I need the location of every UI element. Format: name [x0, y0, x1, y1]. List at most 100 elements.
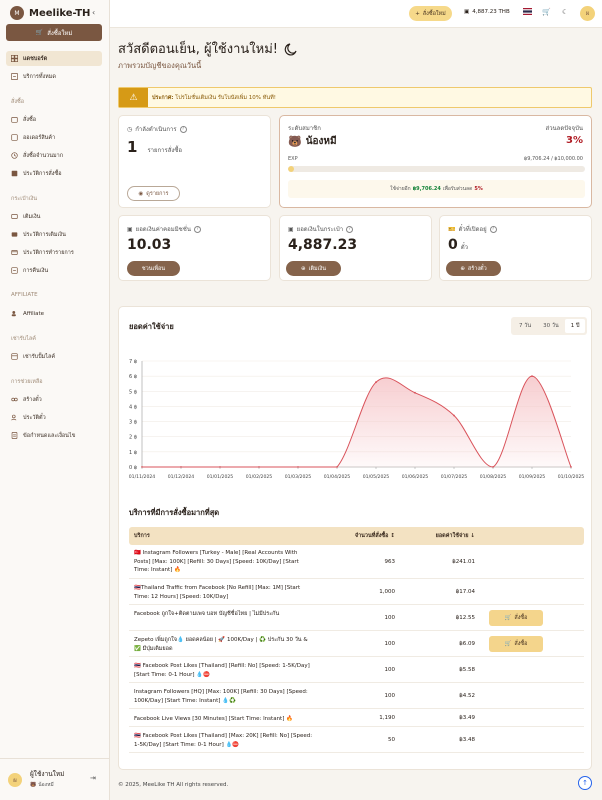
- moon-icon: [284, 42, 297, 56]
- sidebar-item-bulk-order[interactable]: สั่งซื้อจำนวนมาก: [6, 148, 102, 163]
- y-tick-label: 0 ฿: [129, 465, 137, 471]
- row-qty: 963: [384, 559, 396, 565]
- sidebar-item-dashboard[interactable]: แดชบอร์ด: [6, 51, 102, 66]
- help-icon[interactable]: ?: [179, 125, 187, 133]
- logout-icon[interactable]: ⇥: [90, 774, 96, 782]
- sidebar-item-terms[interactable]: ข้อกำหนดและเงื่อนไข: [6, 428, 102, 443]
- thai-flag-icon[interactable]: [523, 8, 532, 17]
- exp-progress-bar: [288, 166, 585, 172]
- sidebar-item-ticket-history[interactable]: ประวัติตั๋ว: [6, 410, 102, 425]
- data-point[interactable]: [453, 414, 455, 417]
- row-service: Instagram Followers [HQ] [Max: 100K] [Re…: [134, 689, 308, 704]
- range-tab-30d[interactable]: 30 วัน: [537, 319, 565, 333]
- membership-level-name: น้องหมี: [305, 136, 337, 147]
- scroll-top-icon[interactable]: ↑: [578, 776, 592, 790]
- active-orders-unit: รายการสั่งซื้อ: [147, 147, 183, 154]
- topup-button[interactable]: ⊕ เติมเงิน: [286, 261, 341, 276]
- next-middle: เพื่อรับส่วนลด: [442, 186, 473, 192]
- sidebar-item-order-history[interactable]: ประวัติการสั่งซื้อ: [6, 166, 102, 181]
- col-cost[interactable]: ยอดค่าใช้จ่าย ↓: [399, 532, 475, 540]
- buy-button[interactable]: 🛒 สั่งซื้อ: [489, 610, 543, 626]
- wallet-icon: ▣: [464, 9, 470, 15]
- section-orders: สั่งซื้อ: [11, 99, 25, 105]
- topbar-new-order-label: สั่งซื้อใหม่: [422, 10, 446, 17]
- range-tab-7d[interactable]: 7 วัน: [513, 319, 537, 333]
- range-tabs: 7 วัน 30 วัน 1 ปี: [511, 317, 588, 335]
- x-tick-label: 01/10/2025: [558, 474, 585, 480]
- help-icon[interactable]: ?: [489, 225, 497, 233]
- x-tick-label: 01/03/2025: [285, 474, 312, 480]
- sidebar-item-label: ประวัติการเติมเงิน: [23, 231, 66, 238]
- sidebar-item-product-orders[interactable]: ออเดอร์สินค้า: [6, 130, 102, 145]
- sidebar-item-label: สั่งซื้อ: [23, 116, 37, 123]
- sidebar-item-refund[interactable]: การคืนเงิน: [6, 263, 102, 278]
- box-icon: [11, 134, 18, 141]
- next-level-hint: ใช้จ่ายอีก ฿9,706.24 เพื่อรับส่วนลด 5%: [288, 180, 585, 198]
- wallet-card: ▣ ยอดเงินในกระเป๋า ? 4,887.23 ⊕ เติมเงิน: [279, 215, 432, 281]
- row-cost: ฿5.58: [459, 667, 475, 673]
- ticket-icon: [11, 397, 18, 402]
- brand[interactable]: M Meelike-TH: [10, 6, 90, 20]
- x-tick-label: 01/04/2025: [324, 474, 351, 480]
- announcement-text: ประกาศ: โปรโมชั่นเติมเงิน รับโบนัสเพิ่ม …: [152, 94, 276, 102]
- clock-icon: ◷: [127, 125, 133, 133]
- data-point[interactable]: [414, 391, 416, 394]
- topbar-avatar[interactable]: ผ: [580, 6, 595, 21]
- exp-value: ฿9,706.24 / ฿10,000.00: [524, 156, 583, 162]
- y-tick-label: 5 ฿: [129, 389, 137, 395]
- active-orders-title: กำลังดำเนินการ: [135, 126, 177, 133]
- x-tick-label: 01/11/2024: [129, 474, 156, 480]
- cart-icon[interactable]: 🛒: [542, 8, 551, 16]
- create-ticket-button[interactable]: ⊕ สร้างตั๋ว: [446, 261, 501, 276]
- row-qty: 100: [384, 667, 396, 673]
- row-service: 🇹🇭 Facebook Post Likes [Thailand] [Max: …: [134, 733, 313, 748]
- buy-button[interactable]: 🛒 สั่งซื้อ: [489, 636, 543, 652]
- sidebar-item-create-ticket[interactable]: สร้างตั๋ว: [6, 392, 102, 407]
- row-service: 🇹🇭Thailand Traffic from Facebook [No Ref…: [134, 585, 301, 600]
- row-qty: 100: [384, 641, 396, 647]
- store-icon: [11, 353, 18, 360]
- brand-name: Meelike-TH: [29, 7, 91, 19]
- user-avatar[interactable]: ผ: [8, 773, 22, 787]
- sidebar-item-rental[interactable]: เช่ารับปั้มไลค์: [6, 349, 102, 364]
- discount-value: 3%: [566, 135, 583, 146]
- user-level-label: น้องหมี: [38, 782, 54, 788]
- topbar-balance[interactable]: ▣ 4,887.23 THB: [464, 9, 510, 15]
- data-point[interactable]: [531, 375, 533, 378]
- table-row: 🇹🇭 Facebook Post Likes [Thailand] [Refil…: [129, 657, 584, 683]
- sidebar-item-order[interactable]: สั่งซื้อ: [6, 112, 102, 127]
- invite-friends-button[interactable]: ชวนเพื่อน: [127, 261, 180, 276]
- range-tab-1y[interactable]: 1 ปี: [564, 319, 586, 333]
- table-row: Facebook ถูกใจ+ติดตามเพจ บอท บัญชีชื่อไท…: [129, 605, 584, 631]
- collapse-sidebar-icon[interactable]: ‹: [92, 8, 95, 17]
- buy-label: สั่งซื้อ: [514, 641, 528, 647]
- col-qty[interactable]: จำนวนที่สั่งซื้อ ↕: [329, 532, 395, 540]
- help-icon[interactable]: ?: [193, 225, 201, 233]
- moon-icon[interactable]: ☾: [562, 8, 568, 16]
- x-tick-label: 01/07/2025: [441, 474, 468, 480]
- sidebar-item-all-services[interactable]: บริการทั้งหมด: [6, 69, 102, 84]
- plus-icon: +: [415, 10, 420, 17]
- view-orders-button[interactable]: ◉ ดูรายการ: [127, 186, 180, 201]
- sidebar-new-order-button[interactable]: 🛒 สั่งซื้อใหม่: [6, 24, 102, 41]
- wallet-icon: [11, 214, 18, 219]
- topbar-new-order-button[interactable]: + สั่งซื้อใหม่: [409, 6, 452, 21]
- help-icon[interactable]: ?: [346, 225, 354, 233]
- x-tick-label: 01/01/2025: [207, 474, 234, 480]
- sidebar-item-topup-history[interactable]: ประวัติการเติมเงิน: [6, 227, 102, 242]
- receipt-icon: [11, 232, 18, 237]
- row-qty: 50: [388, 737, 395, 743]
- bear-icon: 🐻: [30, 782, 37, 788]
- col-service[interactable]: บริการ: [134, 532, 314, 541]
- sidebar-item-topup[interactable]: เติมเงิน: [6, 209, 102, 224]
- sidebar-item-affiliate[interactable]: Affiliate: [6, 306, 102, 321]
- sidebar-item-label: ประวัติการทำรายการ: [23, 249, 74, 256]
- row-cost: ฿6.09: [459, 641, 475, 647]
- data-point[interactable]: [375, 381, 377, 384]
- cart-icon: 🛒: [504, 615, 512, 621]
- create-ticket-label: สร้างตั๋ว: [467, 265, 487, 272]
- x-tick-label: 01/09/2025: [519, 474, 546, 480]
- greeting-title: สวัสดีตอนเย็น, ผู้ใช้งานใหม่!: [118, 38, 298, 59]
- sidebar-item-transactions[interactable]: ประวัติการทำรายการ: [6, 245, 102, 260]
- active-orders-header: ◷ กำลังดำเนินการ ?: [127, 124, 187, 134]
